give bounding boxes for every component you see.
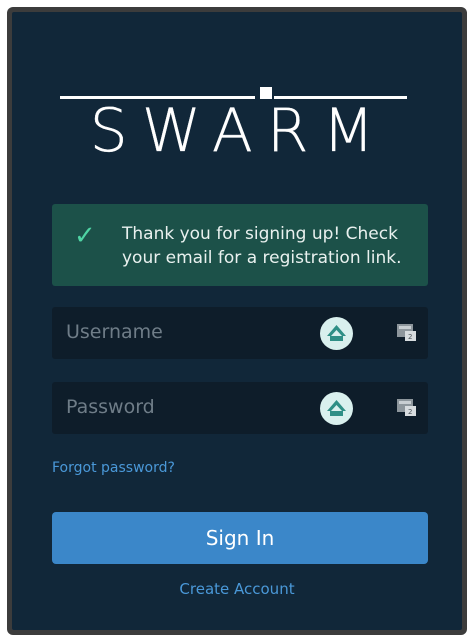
password-field[interactable]: Password 2 bbox=[52, 382, 428, 434]
banner-message: Thank you for signing up! Check your ema… bbox=[122, 224, 402, 268]
success-banner: ✓ Thank you for signing up! Check your e… bbox=[52, 204, 428, 286]
password-manager-icon[interactable] bbox=[320, 317, 353, 350]
login-panel: SWARM ✓ Thank you for signing up! Check … bbox=[12, 12, 462, 630]
password-placeholder: Password bbox=[66, 396, 155, 418]
forgot-password-link[interactable]: Forgot password? bbox=[52, 460, 175, 476]
username-placeholder: Username bbox=[66, 321, 163, 343]
sign-in-button[interactable]: Sign In bbox=[52, 512, 428, 564]
autofill-key-icon[interactable]: 2 bbox=[396, 321, 418, 343]
autofill-key-icon[interactable]: 2 bbox=[396, 396, 418, 418]
username-field[interactable]: Username 2 bbox=[52, 307, 428, 359]
logo-text: SWARM bbox=[89, 96, 389, 166]
svg-text:2: 2 bbox=[408, 408, 412, 416]
swarm-logo: SWARM bbox=[40, 82, 430, 170]
password-manager-icon[interactable] bbox=[320, 392, 353, 425]
create-account-link[interactable]: Create Account bbox=[12, 580, 462, 598]
svg-text:2: 2 bbox=[408, 333, 412, 341]
checkmark-icon: ✓ bbox=[74, 221, 96, 251]
